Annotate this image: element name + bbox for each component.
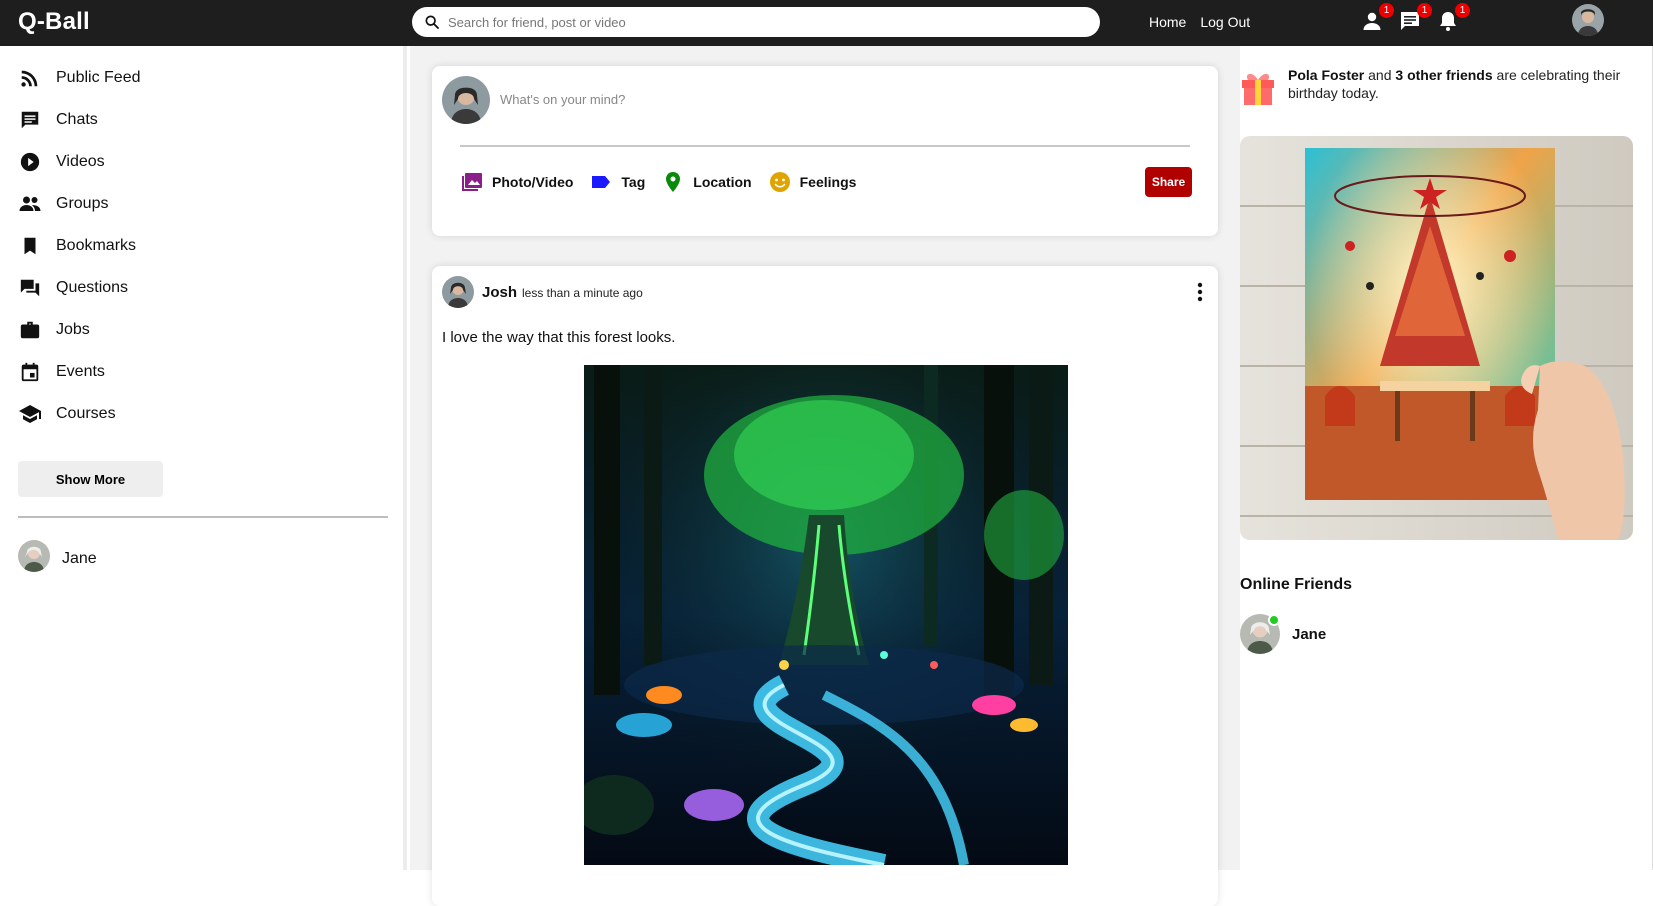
group-icon (18, 192, 42, 216)
sidebar-friend-item[interactable]: Jane (18, 540, 97, 577)
sidebar-item-questions[interactable]: Questions (18, 276, 128, 300)
gift-icon (1240, 66, 1276, 111)
sidebar-item-label: Events (56, 363, 105, 380)
notifications-button[interactable]: 1 (1436, 3, 1470, 35)
option-label: Tag (621, 174, 646, 190)
friend-requests-badge: 1 (1379, 3, 1394, 18)
sidebar-item-label: Public Feed (56, 69, 141, 86)
share-card: Photo/Video Tag Location Feelings Share (432, 66, 1218, 236)
more-vert-icon (1197, 282, 1203, 302)
option-label: Feelings (799, 174, 857, 190)
feelings-option[interactable]: Feelings (768, 170, 857, 194)
calendar-icon (18, 360, 42, 384)
sidebar-item-courses[interactable]: Courses (18, 402, 116, 426)
friend-requests-button[interactable]: 1 (1360, 3, 1394, 35)
option-label: Location (693, 174, 752, 190)
top-bar: Q-Ball Home Log Out 1 1 1 (0, 0, 1653, 46)
photo-video-option[interactable]: Photo/Video (460, 170, 573, 194)
emoji-icon (768, 170, 792, 194)
sidebar-divider (18, 516, 388, 518)
sidebar-item-chats[interactable]: Chats (18, 108, 98, 132)
sidebar-item-label: Groups (56, 195, 109, 212)
briefcase-icon (18, 318, 42, 342)
avatar[interactable] (442, 276, 474, 308)
left-sidebar: Public Feed Chats Videos Groups Bookmark… (0, 46, 407, 870)
messages-button[interactable]: 1 (1398, 3, 1432, 35)
birthday-text-and: and (1364, 67, 1396, 83)
label-icon (589, 170, 613, 194)
search-input[interactable] (448, 14, 1068, 30)
sidebar-item-jobs[interactable]: Jobs (18, 318, 90, 342)
sidebar-item-label: Courses (56, 405, 116, 422)
location-option[interactable]: Location (661, 170, 752, 194)
sidebar-item-videos[interactable]: Videos (18, 150, 105, 174)
app-logo[interactable]: Q-Ball (18, 8, 90, 36)
online-status-dot (1268, 614, 1280, 626)
sidebar-item-bookmarks[interactable]: Bookmarks (18, 234, 136, 258)
chat-icon (18, 108, 42, 132)
messages-badge: 1 (1417, 3, 1432, 18)
notifications-badge: 1 (1455, 3, 1470, 18)
sidebar-item-public-feed[interactable]: Public Feed (18, 66, 141, 90)
birthday-text: Pola Foster and 3 other friends are cele… (1288, 66, 1628, 111)
sidebar-item-label: Questions (56, 279, 129, 296)
avatar (18, 540, 50, 577)
logout-link[interactable]: Log Out (1200, 14, 1250, 30)
online-friend-item[interactable]: Jane (1240, 614, 1326, 654)
sidebar-item-label: Videos (56, 153, 105, 170)
search-bar[interactable] (412, 7, 1100, 37)
right-sidebar: Pola Foster and 3 other friends are cele… (1240, 46, 1653, 870)
sidebar-item-label: Jobs (56, 321, 90, 338)
question-answer-icon (18, 276, 42, 300)
main-feed: Photo/Video Tag Location Feelings Share … (410, 46, 1240, 906)
profile-avatar[interactable] (1572, 4, 1604, 36)
avatar[interactable] (442, 76, 490, 124)
birthday-name[interactable]: Pola Foster (1288, 67, 1364, 83)
school-icon (18, 402, 42, 426)
play-circle-icon (18, 150, 42, 174)
show-more-button[interactable]: Show More (18, 461, 163, 497)
bookmark-icon (18, 234, 42, 258)
post-card: Josh less than a minute ago I love the w… (432, 266, 1218, 906)
location-pin-icon (661, 170, 685, 194)
sidebar-item-label: Bookmarks (56, 237, 137, 254)
search-icon (425, 15, 439, 29)
friend-name: Jane (1292, 625, 1327, 643)
rss-icon (18, 66, 42, 90)
tag-option[interactable]: Tag (589, 170, 645, 194)
birthday-notice: Pola Foster and 3 other friends are cele… (1240, 66, 1628, 111)
post-text: I love the way that this forest looks. (442, 329, 676, 346)
ad-image[interactable] (1240, 136, 1633, 540)
home-link[interactable]: Home (1149, 14, 1186, 30)
friend-name: Jane (62, 549, 97, 567)
online-friends-title: Online Friends (1240, 576, 1353, 593)
sidebar-item-events[interactable]: Events (18, 360, 105, 384)
sidebar-item-groups[interactable]: Groups (18, 192, 108, 216)
top-links: Home Log Out (1149, 14, 1250, 30)
share-divider (460, 145, 1190, 147)
post-menu-button[interactable] (1194, 280, 1206, 304)
post-image[interactable] (584, 365, 1068, 865)
post-timestamp: less than a minute ago (522, 286, 643, 300)
option-label: Photo/Video (492, 174, 574, 190)
birthday-others[interactable]: 3 other friends (1395, 67, 1492, 83)
post-author[interactable]: Josh (482, 284, 517, 301)
sidebar-item-label: Chats (56, 111, 98, 128)
photo-library-icon (460, 170, 484, 194)
status-input[interactable] (500, 92, 1100, 107)
share-button[interactable]: Share (1145, 167, 1192, 197)
avatar (1240, 614, 1280, 654)
share-options: Photo/Video Tag Location Feelings (460, 170, 856, 194)
